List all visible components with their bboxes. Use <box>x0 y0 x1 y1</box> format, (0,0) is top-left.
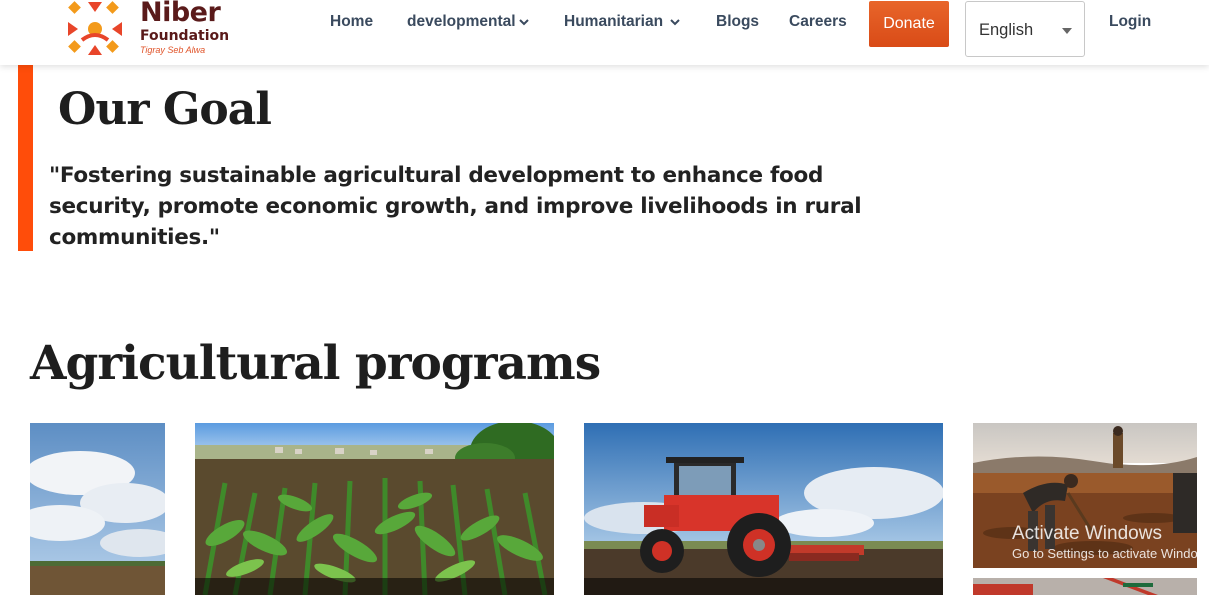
goal-title: Our Goal <box>58 84 272 135</box>
programs-title: Agricultural programs <box>30 336 601 391</box>
niber-logo[interactable]: Niber Foundation Tigray Seb Alwa <box>66 0 246 60</box>
program-card-caption <box>584 578 943 595</box>
language-select[interactable]: English <box>965 1 1085 57</box>
nav-humanitarian[interactable]: Humanitarian <box>564 13 681 33</box>
chevron-down-icon <box>670 19 681 26</box>
program-card-image <box>973 423 1197 568</box>
program-card-image <box>973 578 1197 595</box>
nav-developmental[interactable]: developmental <box>407 13 529 33</box>
program-card-image <box>30 423 165 595</box>
donate-button[interactable]: Donate <box>869 1 949 47</box>
program-card[interactable] <box>195 423 554 595</box>
nav-blogs[interactable]: Blogs <box>716 13 759 33</box>
program-card[interactable] <box>30 423 165 595</box>
goal-accent-bar <box>18 65 33 251</box>
nav-home[interactable]: Home <box>330 13 373 33</box>
program-card-image <box>584 423 943 595</box>
logo-subtitle: Foundation <box>140 28 230 44</box>
site-header: Niber Foundation Tigray Seb Alwa Home de… <box>0 0 1209 65</box>
goal-quote: "Fostering sustainable agricultural deve… <box>49 163 862 250</box>
language-selected-value: English <box>979 21 1034 39</box>
nav-login[interactable]: Login <box>1109 13 1151 33</box>
program-card[interactable] <box>973 423 1197 568</box>
nav-developmental-label: developmental <box>407 13 516 30</box>
chevron-down-icon <box>518 19 529 26</box>
program-card[interactable] <box>973 578 1197 595</box>
niber-logo-mark-icon <box>68 1 122 55</box>
program-card[interactable] <box>584 423 943 595</box>
logo-name: Niber <box>140 0 221 28</box>
caret-down-icon <box>1062 28 1072 34</box>
program-card-caption <box>195 578 554 595</box>
logo-tagline: Tigray Seb Alwa <box>140 45 206 55</box>
program-card-image <box>195 423 554 595</box>
nav-humanitarian-label: Humanitarian <box>564 13 664 30</box>
nav-careers[interactable]: Careers <box>789 13 847 33</box>
